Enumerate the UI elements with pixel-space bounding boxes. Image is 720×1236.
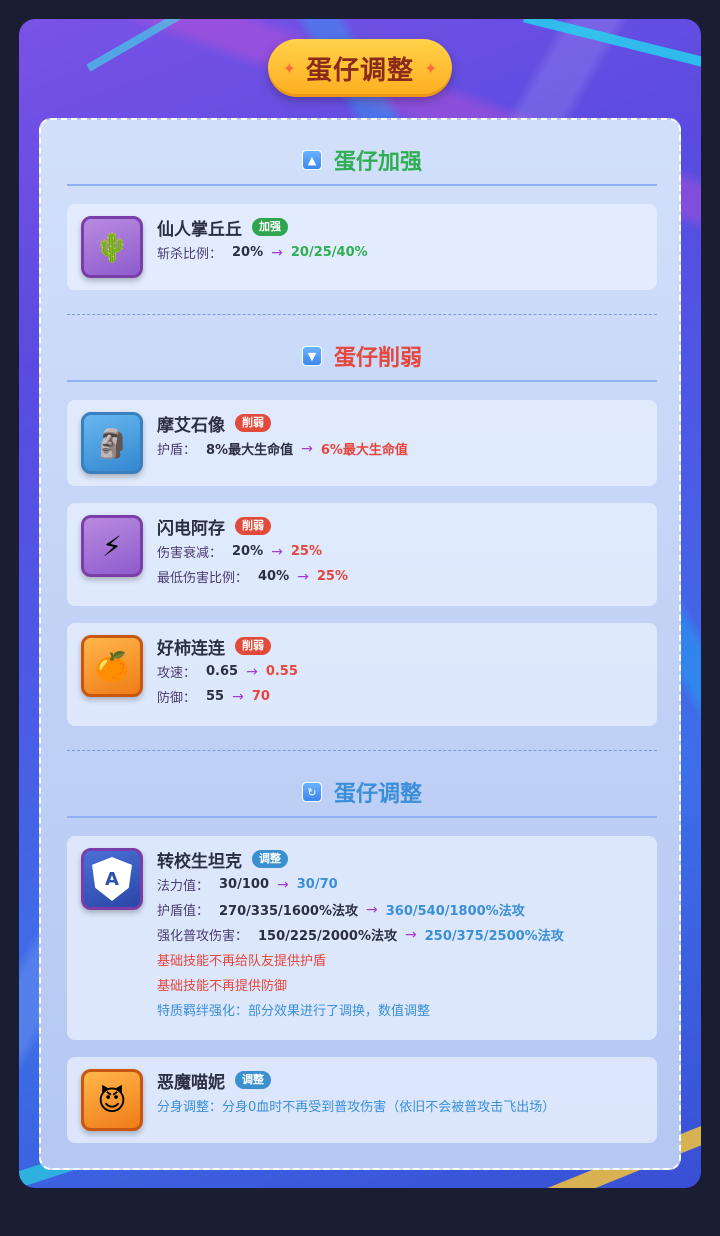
arrow-right-icon: → (366, 901, 378, 918)
stat-new-value: 25% (290, 544, 322, 559)
stat-old-value: 55 (206, 689, 225, 704)
page-title-banner: ✦ 蛋仔调整 ✦ (268, 39, 452, 97)
hero-card[interactable]: 🗿 摩艾石像 削弱 护盾： 8%最大生命值 → 6%最大生命值 (67, 400, 657, 486)
hero-name: 仙人掌丘丘 (157, 219, 242, 240)
hero-name: 好柿连连 (157, 638, 225, 659)
hero-card[interactable]: A 转校生坦克 调整 法力值： 30/100 → 30/70 护盾值： 270/… (67, 836, 657, 1040)
arrow-right-icon: → (232, 688, 244, 705)
hero-card[interactable]: ⚡ 闪电阿存 削弱 伤害衰减： 20% → 25% 最低伤害比例： 40% → … (67, 503, 657, 606)
change-note: 基础技能不再给队友提供护盾 (157, 954, 327, 969)
section-title: 蛋仔削弱 (333, 346, 422, 371)
stat-label: 护盾： (157, 443, 197, 458)
stat-new-value: 30/70 (296, 877, 338, 892)
lightning-avatar-icon: ⚡ (81, 515, 143, 577)
stat-new-value: 250/375/2500%法攻 (424, 929, 564, 944)
section-header-buff: ▲ 蛋仔加强 (67, 134, 657, 186)
stat-label: 护盾值： (157, 904, 210, 919)
stat-old-value: 150/225/2000%法攻 (258, 929, 397, 944)
stat-line: 防御： 55 → 70 (157, 684, 647, 709)
status-badge: 削弱 (235, 414, 271, 432)
up-arrow-icon: ▲ (301, 150, 322, 170)
persimmon-avatar-icon: 🍊 (81, 635, 143, 697)
stat-old-value: 30/100 (219, 877, 269, 892)
arrow-right-icon: → (301, 440, 313, 457)
decor-streak (86, 19, 212, 72)
cactus-avatar-icon: 🌵 (81, 216, 143, 278)
arrow-right-icon: → (271, 244, 283, 261)
stat-old-value: 0.65 (206, 664, 239, 679)
section-divider (67, 750, 657, 751)
stat-old-value: 20% (232, 544, 264, 559)
stat-label: 伤害衰减： (157, 546, 223, 561)
section-header-adjust: ↻ 蛋仔调整 (67, 766, 657, 818)
stat-line: 法力值： 30/100 → 30/70 (157, 872, 647, 897)
stat-label: 最低伤害比例： (157, 571, 249, 586)
status-badge: 调整 (235, 1071, 271, 1089)
stat-line: 伤害衰减： 20% → 25% (157, 539, 647, 564)
stat-line: 最低伤害比例： 40% → 25% (157, 564, 647, 589)
arrow-right-icon: → (246, 663, 258, 680)
status-badge: 削弱 (235, 637, 271, 655)
stat-line: 斩杀比例： 20% → 20/25/40% (157, 240, 647, 265)
status-badge: 加强 (252, 218, 288, 236)
decor-streak (523, 19, 701, 76)
arrow-right-icon: → (297, 568, 309, 585)
down-arrow-icon: ▼ (301, 346, 322, 366)
page-title: 蛋仔调整 (305, 55, 414, 86)
demon-cat-avatar-icon: 😈 (81, 1069, 143, 1131)
hero-name: 闪电阿存 (157, 518, 225, 539)
arrow-right-icon: → (277, 876, 289, 893)
stat-label: 防御： (157, 691, 197, 706)
hero-card[interactable]: 🌵 仙人掌丘丘 加强 斩杀比例： 20% → 20/25/40% (67, 204, 657, 290)
refresh-icon: ↻ (301, 782, 322, 802)
stat-label: 法力值： (157, 879, 210, 894)
section-title: 蛋仔调整 (333, 782, 422, 807)
moai-avatar-icon: 🗿 (81, 412, 143, 474)
stat-line: 强化普攻伤害： 150/225/2000%法攻 → 250/375/2500%法… (157, 922, 647, 947)
hero-card[interactable]: 🍊 好柿连连 削弱 攻速： 0.65 → 0.55 防御： 55 → 70 (67, 623, 657, 726)
hero-name: 转校生坦克 (157, 851, 242, 872)
stat-label: 攻速： (157, 666, 197, 681)
sparkle-icon: ✦ (424, 58, 438, 78)
stat-new-value: 20/25/40% (290, 245, 368, 260)
hero-name: 摩艾石像 (157, 415, 225, 436)
status-badge: 削弱 (235, 517, 271, 535)
change-note: 基础技能不再提供防御 (157, 979, 288, 994)
stat-new-value: 25% (316, 569, 348, 584)
stat-label: 斩杀比例： (157, 247, 223, 262)
sparkle-icon: ✦ (282, 58, 296, 78)
section-title: 蛋仔加强 (333, 150, 422, 175)
tank-shield-avatar-icon: A (81, 848, 143, 910)
content-panel: ▲ 蛋仔加强 🌵 仙人掌丘丘 加强 斩杀比例： 20% → 20/25/40% … (39, 118, 681, 1170)
stat-line: 护盾值： 270/335/1600%法攻 → 360/540/1800%法攻 (157, 897, 647, 922)
stat-new-value: 6%最大生命值 (320, 443, 408, 458)
stat-new-value: 360/540/1800%法攻 (385, 904, 525, 919)
stat-label: 强化普攻伤害： (157, 929, 249, 944)
stat-old-value: 270/335/1600%法攻 (219, 904, 358, 919)
hero-card[interactable]: 😈 恶魔喵妮 调整 分身调整：分身0血时不再受到普攻伤害（依旧不会被普攻击飞出场… (67, 1057, 657, 1143)
arrow-right-icon: → (271, 543, 283, 560)
stat-line: 攻速： 0.65 → 0.55 (157, 659, 647, 684)
stat-old-value: 20% (232, 245, 264, 260)
change-note: 分身调整：分身0血时不再受到普攻伤害（依旧不会被普攻击飞出场） (157, 1100, 556, 1115)
hero-name: 恶魔喵妮 (157, 1072, 225, 1093)
stat-old-value: 40% (258, 569, 290, 584)
shield-icon: A (92, 857, 132, 901)
stat-new-value: 70 (251, 689, 270, 704)
stat-old-value: 8%最大生命值 (206, 443, 294, 458)
stat-line: 护盾： 8%最大生命值 → 6%最大生命值 (157, 436, 647, 461)
section-divider (67, 314, 657, 315)
change-note: 特质羁绊强化：部分效果进行了调换，数值调整 (157, 1004, 431, 1019)
status-badge: 调整 (252, 850, 288, 868)
stat-new-value: 0.55 (265, 664, 298, 679)
section-header-nerf: ▼ 蛋仔削弱 (67, 330, 657, 382)
arrow-right-icon: → (405, 926, 417, 943)
